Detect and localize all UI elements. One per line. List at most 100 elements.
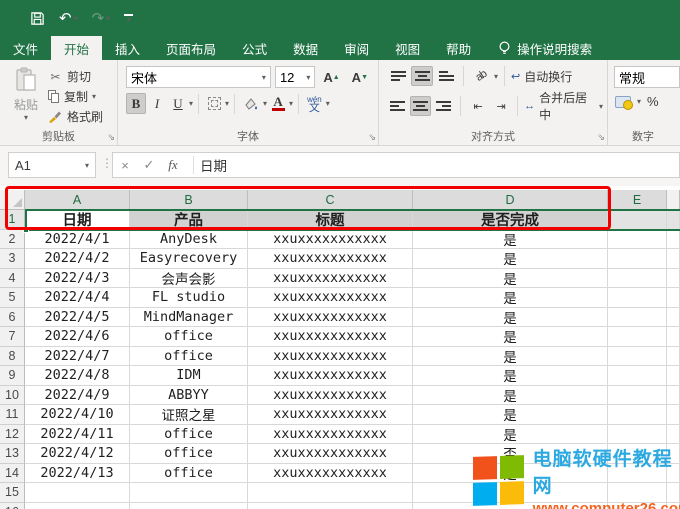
cell-E11[interactable] <box>608 405 667 425</box>
cell-D7[interactable]: 是 <box>413 327 608 347</box>
cell-F8[interactable] <box>667 347 680 367</box>
row-header-1[interactable]: 1 <box>0 210 25 230</box>
undo-button[interactable]: ↶▾ <box>59 9 78 27</box>
cell-F7[interactable] <box>667 327 680 347</box>
phonetic-guide-button[interactable]: wén文 <box>304 93 325 114</box>
row-header-7[interactable]: 7 <box>0 327 25 347</box>
cell-F10[interactable] <box>667 386 680 406</box>
cell-D5[interactable]: 是 <box>413 288 608 308</box>
align-left-button[interactable] <box>387 96 408 116</box>
cell-C8[interactable]: xxuxxxxxxxxxxx <box>248 347 413 367</box>
enter-icon[interactable]: ✓ <box>137 157 161 173</box>
insert-function-icon[interactable]: fx <box>161 157 185 173</box>
cell-C13[interactable]: xxuxxxxxxxxxxx <box>248 444 413 464</box>
font-name-combo[interactable]: 宋体▾ <box>126 66 271 88</box>
cell-B1[interactable]: 产品 <box>130 210 248 230</box>
cell-E6[interactable] <box>608 308 667 328</box>
row-header-10[interactable]: 10 <box>0 386 25 406</box>
cell-E2[interactable] <box>608 230 667 250</box>
cell-A5[interactable]: 2022/4/4 <box>25 288 130 308</box>
cell-A13[interactable]: 2022/4/12 <box>25 444 130 464</box>
align-middle-button[interactable] <box>411 66 433 86</box>
cell-F3[interactable] <box>667 249 680 269</box>
align-right-button[interactable] <box>433 96 454 116</box>
cell-A4[interactable]: 2022/4/3 <box>25 269 130 289</box>
cell-E5[interactable] <box>608 288 667 308</box>
cell-B16[interactable] <box>130 503 248 509</box>
cell-A2[interactable]: 2022/4/1 <box>25 230 130 250</box>
increase-indent-button[interactable]: ⇥ <box>490 96 511 116</box>
cell-B13[interactable]: office <box>130 444 248 464</box>
cell-A6[interactable]: 2022/4/5 <box>25 308 130 328</box>
cell-C16[interactable] <box>248 503 413 509</box>
cell-C5[interactable]: xxuxxxxxxxxxxx <box>248 288 413 308</box>
cell-F11[interactable] <box>667 405 680 425</box>
formula-bar[interactable]: × ✓ fx 日期 <box>112 152 680 178</box>
row-header-6[interactable]: 6 <box>0 308 25 328</box>
wrap-text-button[interactable]: ↩自动换行 <box>511 68 572 85</box>
font-color-caret-icon[interactable]: ▾ <box>289 99 293 108</box>
cell-F14[interactable] <box>667 464 680 484</box>
cell-E13[interactable] <box>608 444 667 464</box>
cell-A1[interactable]: 日期 <box>25 210 130 230</box>
cell-C3[interactable]: xxuxxxxxxxxxxx <box>248 249 413 269</box>
cell-E3[interactable] <box>608 249 667 269</box>
cell-F13[interactable] <box>667 444 680 464</box>
cell-B7[interactable]: office <box>130 327 248 347</box>
cell-B5[interactable]: FL studio <box>130 288 248 308</box>
bold-button[interactable]: B <box>126 93 146 114</box>
decrease-indent-button[interactable]: ⇤ <box>467 96 488 116</box>
cell-A9[interactable]: 2022/4/8 <box>25 366 130 386</box>
cell-D11[interactable]: 是 <box>413 405 608 425</box>
merge-center-button[interactable]: ↔合并后居中▾ <box>524 89 603 123</box>
accounting-caret-icon[interactable]: ▾ <box>637 97 641 106</box>
column-header-B[interactable]: B <box>130 190 248 210</box>
cell-E14[interactable] <box>608 464 667 484</box>
clipboard-dialog-launcher-icon[interactable]: ⇘ <box>107 132 115 143</box>
underline-caret-icon[interactable]: ▾ <box>189 99 193 108</box>
cell-A7[interactable]: 2022/4/6 <box>25 327 130 347</box>
italic-button[interactable]: I <box>147 93 167 114</box>
column-header-D[interactable]: D <box>413 190 608 210</box>
cell-E1[interactable] <box>608 210 667 230</box>
cell-F15[interactable] <box>667 483 680 503</box>
row-header-5[interactable]: 5 <box>0 288 25 308</box>
cell-D14[interactable]: 是 <box>413 464 608 484</box>
cell-C12[interactable]: xxuxxxxxxxxxxx <box>248 425 413 445</box>
fill-handle[interactable] <box>23 227 29 233</box>
cell-A15[interactable] <box>25 483 130 503</box>
cell-C11[interactable]: xxuxxxxxxxxxxx <box>248 405 413 425</box>
align-top-button[interactable] <box>387 66 409 86</box>
cell-B6[interactable]: MindManager <box>130 308 248 328</box>
row-header-12[interactable]: 12 <box>0 425 25 445</box>
cell-D6[interactable]: 是 <box>413 308 608 328</box>
cell-C1[interactable]: 标题 <box>248 210 413 230</box>
cell-C2[interactable]: xxuxxxxxxxxxxx <box>248 230 413 250</box>
cell-F9[interactable] <box>667 366 680 386</box>
font-color-button[interactable]: A <box>268 93 288 114</box>
cell-B2[interactable]: AnyDesk <box>130 230 248 250</box>
cell-F12[interactable] <box>667 425 680 445</box>
cell-E10[interactable] <box>608 386 667 406</box>
fill-color-caret-icon[interactable]: ▾ <box>263 99 267 108</box>
row-header-3[interactable]: 3 <box>0 249 25 269</box>
cell-D16[interactable] <box>413 503 608 509</box>
row-header-11[interactable]: 11 <box>0 405 25 425</box>
cell-B3[interactable]: Easyrecovery <box>130 249 248 269</box>
font-dialog-launcher-icon[interactable]: ⇘ <box>368 132 376 143</box>
cell-A14[interactable]: 2022/4/13 <box>25 464 130 484</box>
number-format-combo[interactable]: 常规 <box>614 66 680 88</box>
tab-开始[interactable]: 开始 <box>51 36 102 60</box>
cell-A10[interactable]: 2022/4/9 <box>25 386 130 406</box>
row-header-4[interactable]: 4 <box>0 269 25 289</box>
row-header-8[interactable]: 8 <box>0 347 25 367</box>
cell-A16[interactable] <box>25 503 130 509</box>
cell-F6[interactable] <box>667 308 680 328</box>
cell-C14[interactable]: xxuxxxxxxxxxxx <box>248 464 413 484</box>
formula-content[interactable]: 日期 <box>200 155 227 175</box>
column-header-partial[interactable] <box>667 190 680 210</box>
cell-A12[interactable]: 2022/4/11 <box>25 425 130 445</box>
merge-caret-icon[interactable]: ▾ <box>599 102 603 111</box>
cell-C7[interactable]: xxuxxxxxxxxxxx <box>248 327 413 347</box>
phonetic-caret-icon[interactable]: ▾ <box>326 99 330 108</box>
